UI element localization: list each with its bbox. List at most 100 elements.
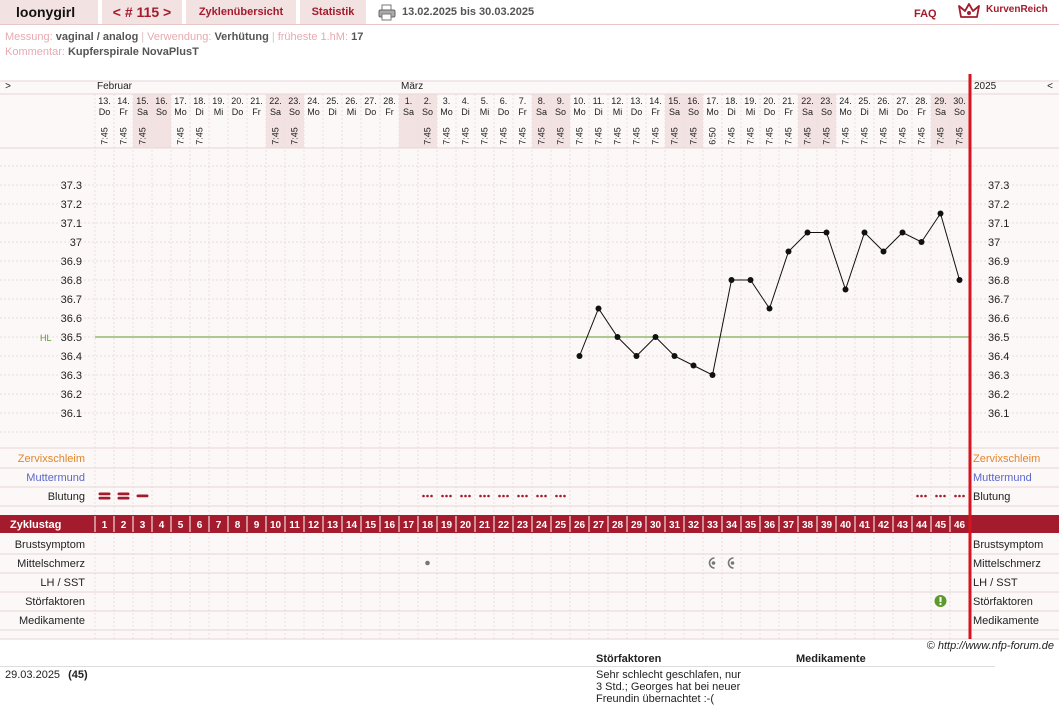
day-weekday: Fr <box>917 107 926 117</box>
zervix-label-right: Zervixschleim <box>973 453 1040 465</box>
bleeding-spotting <box>464 494 467 498</box>
bleeding-spotting <box>468 494 471 498</box>
cycle-day-label: Zyklustag <box>10 519 61 531</box>
y-tick-label: 36.5 <box>61 332 82 344</box>
day-weekday: Sa <box>669 107 680 117</box>
measurement-time: 7:45 <box>442 127 452 145</box>
bleeding-spotting <box>544 494 547 498</box>
bleeding-spotting <box>536 494 539 498</box>
temperature-point <box>842 286 849 293</box>
disturbance-icon-mark <box>939 597 942 602</box>
day-weekday: Di <box>727 107 736 117</box>
measurement-time: 7:45 <box>119 127 129 145</box>
disturbance-icon-mark <box>939 602 942 606</box>
cycle-day-number: 14 <box>346 520 358 531</box>
measurement-time: 6:50 <box>708 127 718 145</box>
day-weekday: Sa <box>935 107 946 117</box>
y-tick-label-right: 36.4 <box>988 351 1009 363</box>
comment-value: Kupferspirale NovaPlusT <box>67 46 199 58</box>
day-weekday: Di <box>594 107 603 117</box>
day-date: 12. <box>611 96 624 106</box>
cycle-day-number: 38 <box>802 520 814 531</box>
bleeding-spotting <box>962 494 965 498</box>
day-date: 24. <box>307 96 320 106</box>
measurement-time: 7:45 <box>613 127 623 145</box>
footer-divider <box>0 666 995 667</box>
cycle-day-number: 11 <box>289 520 300 531</box>
day-weekday: Mi <box>214 107 224 117</box>
bleeding-spotting <box>430 494 433 498</box>
day-date: 15. <box>136 96 149 106</box>
blutung-label-right: Blutung <box>973 491 1010 503</box>
tab-statistics[interactable]: Statistik <box>300 0 366 24</box>
measurement-time: 7:45 <box>575 127 585 145</box>
cycle-day-number: 5 <box>178 520 184 531</box>
bleeding-spotting <box>517 494 520 498</box>
cycle-day-number: 13 <box>327 520 339 531</box>
day-date: 16. <box>155 96 168 106</box>
measurement-time: 7:45 <box>195 127 205 145</box>
usage-value: Verhütung <box>214 31 269 43</box>
cycle-info: Messung: vaginal / analog | Verwendung: Ve… <box>5 30 363 60</box>
day-weekday: So <box>156 107 167 117</box>
faq-link[interactable]: FAQ <box>914 8 937 20</box>
bleeding-spotting <box>502 494 505 498</box>
cycle-day-number: 25 <box>555 520 567 531</box>
temperature-point <box>823 229 830 236</box>
cycle-day-number: 20 <box>460 520 472 531</box>
y-tick-label: 36.4 <box>61 351 82 363</box>
cycle-navigation[interactable]: < # 115 > <box>102 0 182 24</box>
day-weekday: Mi <box>480 107 490 117</box>
separator: | <box>141 31 145 43</box>
y-tick-label: 36.3 <box>61 370 82 382</box>
bleeding-spotting <box>954 494 957 498</box>
y-tick-label-right: 37.3 <box>988 180 1009 192</box>
comment-label: Kommentar: <box>5 46 65 58</box>
y-tick-label-right: 36.1 <box>988 408 1009 420</box>
cycle-day-number: 15 <box>365 520 377 531</box>
cycle-day-number: 16 <box>384 520 396 531</box>
measurement-time: 7:45 <box>423 127 433 145</box>
day-weekday: Do <box>897 107 909 117</box>
day-weekday: Do <box>631 107 643 117</box>
day-weekday: So <box>289 107 300 117</box>
y-tick-label: 37.2 <box>61 199 82 211</box>
temperature-point <box>804 229 811 236</box>
bleeding-spotting <box>916 494 919 498</box>
earliest-label: früheste 1.hM: <box>277 31 349 43</box>
brand-name[interactable]: KurvenReich <box>986 4 1048 15</box>
day-date: 22. <box>269 96 282 106</box>
day-date: 24. <box>839 96 852 106</box>
info-line-2: Kommentar: Kupferspirale NovaPlusT <box>5 45 363 60</box>
printer-icon[interactable] <box>378 4 396 21</box>
measurement-value: vaginal / analog <box>55 31 139 43</box>
crown-logo-icon[interactable] <box>958 2 980 20</box>
day-date: 16. <box>687 96 700 106</box>
muttermund-label-right: Muttermund <box>973 472 1032 484</box>
measurement-time: 7:45 <box>670 127 680 145</box>
cycle-day-number: 33 <box>707 520 719 531</box>
copyright[interactable]: © http://www.nfp-forum.de <box>927 640 1054 652</box>
bleeding-spotting <box>460 494 463 498</box>
tab-cycle-overview[interactable]: Zyklenübersicht <box>186 0 296 24</box>
day-weekday: Di <box>195 107 204 117</box>
day-weekday: Mi <box>613 107 623 117</box>
cycle-day-number: 34 <box>726 520 738 531</box>
y-tick-label-right: 36.5 <box>988 332 1009 344</box>
cycle-day-number: 4 <box>159 520 165 531</box>
day-date: 25. <box>326 96 339 106</box>
bleeding-spotting <box>935 494 938 498</box>
day-weekday: Mi <box>746 107 756 117</box>
day-weekday: So <box>422 107 433 117</box>
bleeding-spotting <box>479 494 482 498</box>
measurement-time: 7:45 <box>594 127 604 145</box>
temperature-point <box>671 353 678 359</box>
measurement-time: 7:45 <box>480 127 490 145</box>
day-date: 9. <box>557 96 565 106</box>
username-tab: loonygirl <box>0 0 98 24</box>
y-tick-label-right: 36.9 <box>988 256 1009 268</box>
measurement-time: 7:45 <box>176 127 186 145</box>
day-date: 30. <box>953 96 966 106</box>
cycle-day-number: 29 <box>631 520 643 531</box>
day-weekday: So <box>688 107 699 117</box>
